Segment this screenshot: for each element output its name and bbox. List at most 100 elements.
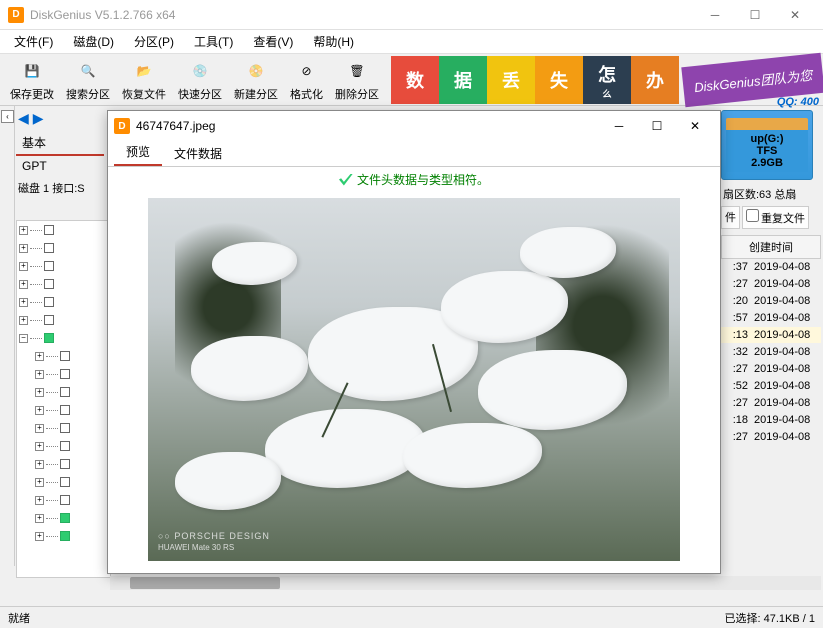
tree-checkbox[interactable]: [44, 261, 54, 271]
format-button[interactable]: ⊘格式化: [284, 55, 329, 104]
expand-icon[interactable]: +: [35, 352, 44, 361]
nav-forward-icon[interactable]: ▶: [33, 110, 44, 127]
list-item[interactable]: :372019-04-08: [721, 259, 821, 276]
tree-checkbox[interactable]: [60, 531, 70, 541]
tree-checkbox[interactable]: [60, 441, 70, 451]
list-item[interactable]: :272019-04-08: [721, 361, 821, 378]
preview-minimize-button[interactable]: ─: [600, 113, 638, 139]
tab-gpt[interactable]: GPT: [16, 156, 104, 176]
tree-checkbox[interactable]: [60, 495, 70, 505]
preview-close-button[interactable]: ✕: [676, 113, 714, 139]
expand-icon[interactable]: +: [19, 226, 28, 235]
tree-checkbox[interactable]: [44, 297, 54, 307]
tree-checkbox[interactable]: [60, 459, 70, 469]
tree-row[interactable]: +: [17, 473, 110, 491]
preview-titlebar[interactable]: D 46747647.jpeg ─ ☐ ✕: [108, 111, 720, 141]
tab-files[interactable]: 件: [721, 206, 740, 229]
expand-icon[interactable]: +: [35, 496, 44, 505]
tree-row[interactable]: +: [17, 455, 110, 473]
tree-row[interactable]: +: [17, 401, 110, 419]
tree-checkbox[interactable]: [60, 369, 70, 379]
list-item[interactable]: :522019-04-08: [721, 378, 821, 395]
expand-icon[interactable]: +: [19, 298, 28, 307]
dup-checkbox[interactable]: [746, 209, 759, 222]
expand-icon[interactable]: +: [35, 406, 44, 415]
tab-preview[interactable]: 预览: [114, 139, 162, 166]
tree-row[interactable]: +: [17, 491, 110, 509]
expand-icon[interactable]: +: [35, 532, 44, 541]
expand-icon[interactable]: +: [35, 460, 44, 469]
tree-checkbox[interactable]: [60, 351, 70, 361]
tree-row[interactable]: +: [17, 383, 110, 401]
collapse-icon[interactable]: −: [19, 334, 28, 343]
list-item[interactable]: :132019-04-08: [721, 327, 821, 344]
tree-row[interactable]: +: [17, 311, 110, 329]
tree-checkbox[interactable]: [44, 333, 54, 343]
list-item[interactable]: :572019-04-08: [721, 310, 821, 327]
tab-basic[interactable]: 基本: [16, 131, 104, 156]
tree-row[interactable]: +: [17, 365, 110, 383]
list-item[interactable]: :202019-04-08: [721, 293, 821, 310]
menu-disk[interactable]: 磁盘(D): [63, 31, 124, 52]
recover-button[interactable]: 📂恢复文件: [116, 55, 172, 104]
tree-checkbox[interactable]: [44, 315, 54, 325]
column-header-time[interactable]: 创建时间: [721, 235, 821, 259]
folder-tree[interactable]: + + + + + + − + + + + + + + + + + +: [16, 220, 111, 578]
tree-checkbox[interactable]: [60, 477, 70, 487]
collapse-toggle[interactable]: ‹: [1, 110, 14, 123]
menu-help[interactable]: 帮助(H): [303, 31, 364, 52]
tree-row[interactable]: +: [17, 275, 110, 293]
tree-row[interactable]: +: [17, 347, 110, 365]
list-item[interactable]: :272019-04-08: [721, 429, 821, 446]
new-partition-button[interactable]: 📀新建分区: [228, 55, 284, 104]
list-item[interactable]: :322019-04-08: [721, 344, 821, 361]
minimize-button[interactable]: ─: [695, 1, 735, 29]
tree-row[interactable]: +: [17, 293, 110, 311]
nav-back-icon[interactable]: ◀: [18, 110, 29, 127]
list-item[interactable]: :182019-04-08: [721, 412, 821, 429]
tab-filedata[interactable]: 文件数据: [162, 141, 234, 166]
expand-icon[interactable]: +: [35, 388, 44, 397]
expand-icon[interactable]: +: [35, 442, 44, 451]
menu-view[interactable]: 查看(V): [243, 31, 303, 52]
tree-row[interactable]: +: [17, 509, 110, 527]
menu-tools[interactable]: 工具(T): [184, 31, 243, 52]
quick-partition-button[interactable]: 💿快速分区: [172, 55, 228, 104]
tree-row[interactable]: −: [17, 329, 110, 347]
tree-row[interactable]: +: [17, 239, 110, 257]
drive-diagram[interactable]: up(G:) TFS 2.9GB: [721, 110, 813, 180]
maximize-button[interactable]: ☐: [735, 1, 775, 29]
tree-row[interactable]: +: [17, 437, 110, 455]
tree-checkbox[interactable]: [60, 405, 70, 415]
tree-checkbox[interactable]: [60, 513, 70, 523]
delete-partition-button[interactable]: 🗑删除分区: [329, 55, 385, 104]
search-partition-button[interactable]: 🔍搜索分区: [60, 55, 116, 104]
menu-file[interactable]: 文件(F): [4, 31, 63, 52]
expand-icon[interactable]: +: [35, 478, 44, 487]
tree-row[interactable]: +: [17, 257, 110, 275]
tree-checkbox[interactable]: [60, 423, 70, 433]
tree-checkbox[interactable]: [44, 243, 54, 253]
expand-icon[interactable]: +: [19, 316, 28, 325]
horizontal-scrollbar[interactable]: [110, 576, 821, 590]
expand-icon[interactable]: +: [35, 370, 44, 379]
file-list[interactable]: :372019-04-08:272019-04-08:202019-04-08:…: [721, 259, 821, 446]
expand-icon[interactable]: +: [19, 280, 28, 289]
tree-checkbox[interactable]: [44, 279, 54, 289]
tree-row[interactable]: +: [17, 419, 110, 437]
tree-checkbox[interactable]: [44, 225, 54, 235]
save-button[interactable]: 💾保存更改: [4, 55, 60, 104]
preview-maximize-button[interactable]: ☐: [638, 113, 676, 139]
expand-icon[interactable]: +: [35, 514, 44, 523]
close-button[interactable]: ✕: [775, 1, 815, 29]
tree-checkbox[interactable]: [60, 387, 70, 397]
tree-row[interactable]: +: [17, 221, 110, 239]
list-item[interactable]: :272019-04-08: [721, 276, 821, 293]
list-item[interactable]: :272019-04-08: [721, 395, 821, 412]
tree-row[interactable]: +: [17, 527, 110, 545]
expand-icon[interactable]: +: [19, 244, 28, 253]
expand-icon[interactable]: +: [35, 424, 44, 433]
tab-duplicate[interactable]: 重复文件: [742, 206, 809, 229]
menu-partition[interactable]: 分区(P): [124, 31, 184, 52]
expand-icon[interactable]: +: [19, 262, 28, 271]
